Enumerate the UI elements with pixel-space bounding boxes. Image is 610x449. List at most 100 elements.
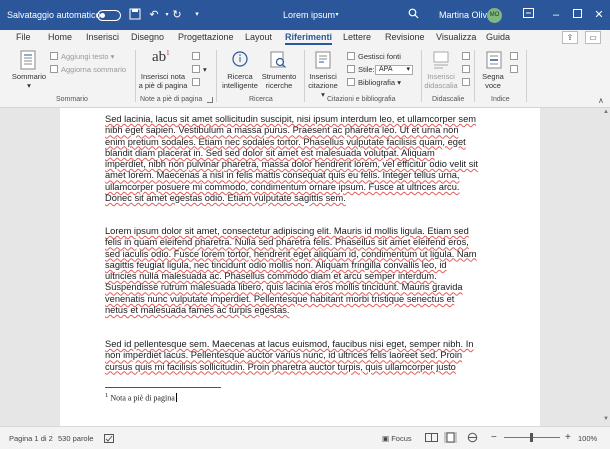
sommario-button[interactable]: Sommario	[10, 72, 48, 81]
mark-entry-icon	[484, 50, 504, 70]
chevron-down-icon: ▾	[406, 66, 410, 73]
autosave-toggle[interactable]	[97, 10, 121, 21]
focus-button[interactable]: ▣ Focus	[382, 434, 412, 443]
segna-voce-line1: Segna	[482, 72, 504, 81]
scroll-down-icon[interactable]: ▼	[602, 416, 610, 424]
zoom-in-icon[interactable]: +	[565, 432, 571, 443]
next-footnote-icon[interactable]: ▾	[192, 65, 207, 74]
redo-icon[interactable]: ↻	[170, 8, 184, 22]
collapse-ribbon-icon[interactable]: ∧	[598, 96, 604, 105]
group-label-note: Note a piè di pagina	[140, 96, 203, 103]
segna-voce-button[interactable]: Segna voce	[476, 72, 510, 90]
toggle-knob	[100, 13, 105, 18]
chevron-down-icon[interactable]: ▾	[330, 8, 344, 22]
footnote-superscript: 1	[166, 49, 170, 57]
scroll-up-icon[interactable]: ▲	[602, 109, 610, 117]
comments-button[interactable]: ▭	[585, 31, 601, 44]
strumento-ricerche-line1: Strumento	[261, 72, 297, 81]
group-separator	[474, 50, 475, 102]
web-layout-icon[interactable]	[466, 432, 479, 443]
word-count[interactable]: 530 parole	[58, 434, 93, 443]
inserisci-didascalia-line2: didascalia	[424, 81, 458, 90]
close-icon[interactable]: ✕	[592, 8, 606, 22]
inserisci-didascalia-button[interactable]: Inserisci didascalia	[423, 72, 459, 90]
zoom-level[interactable]: 100%	[578, 434, 597, 443]
inserisci-citazione-line1: Inserisci	[309, 72, 337, 81]
insert-index-icon[interactable]	[510, 52, 521, 61]
document-page[interactable]: Sed lacinia, lacus sit amet sollicitudin…	[60, 108, 540, 426]
customize-toolbar-icon[interactable]: ▾	[190, 8, 204, 22]
inserisci-nota-button[interactable]: Inserisci nota a piè di pagina	[137, 72, 189, 90]
ribbon: Sommario ▾ Aggiungi testo ▾ Aggiorna som…	[0, 46, 610, 108]
insert-endnote-icon[interactable]	[192, 52, 203, 61]
read-mode-icon[interactable]	[425, 432, 438, 443]
minimize-icon[interactable]: –	[549, 8, 563, 22]
group-separator	[304, 50, 305, 102]
print-layout-icon[interactable]	[444, 432, 457, 443]
group-separator	[421, 50, 422, 102]
tab-home[interactable]: Home	[48, 32, 72, 42]
researcher-icon	[268, 50, 288, 70]
bibliografia-button[interactable]: Bibliografia ▾	[347, 78, 401, 87]
page-info[interactable]: Pagina 1 di 2	[9, 434, 53, 443]
status-bar: Pagina 1 di 2 530 parole ▣ Focus − + 100…	[0, 426, 610, 449]
aggiorna-sommario-label: Aggiorna sommario	[61, 65, 127, 74]
undo-icon[interactable]: ↶	[147, 8, 161, 22]
tab-visualizza[interactable]: Visualizza	[436, 32, 476, 42]
search-icon[interactable]	[406, 8, 420, 22]
insert-footnote-icon: ab1	[152, 49, 172, 69]
chevron-down-icon[interactable]: ▾	[24, 81, 34, 90]
user-name[interactable]: Martina Oliva	[439, 10, 492, 20]
ricerca-intelligente-button[interactable]: Ricerca intelligente	[220, 72, 260, 90]
tab-inserisci[interactable]: Inserisci	[86, 32, 119, 42]
paragraph-1[interactable]: Sed lacinia, lacus sit amet sollicitudin…	[105, 114, 497, 204]
citation-style-select[interactable]: APA ▾	[375, 65, 413, 75]
footnote-number: 1	[105, 392, 109, 399]
focus-label: Focus	[391, 434, 412, 443]
tab-layout[interactable]: Layout	[245, 32, 272, 42]
maximize-icon[interactable]	[570, 8, 584, 22]
add-text-icon	[50, 52, 58, 60]
show-notes-icon[interactable]	[192, 78, 203, 87]
inserisci-citazione-button[interactable]: Inserisci citazione ▾	[306, 72, 340, 99]
tab-guida[interactable]: Guida	[486, 32, 510, 42]
dialog-launcher-icon[interactable]	[207, 97, 213, 103]
autosave-label: Salvataggio automatico	[7, 10, 101, 20]
vertical-scrollbar[interactable]	[602, 108, 610, 426]
aggiungi-testo-label: Aggiungi testo	[61, 52, 109, 61]
proofing-icon[interactable]	[104, 434, 114, 445]
inserisci-citazione-line2: citazione	[308, 81, 338, 90]
update-index-icon[interactable]	[510, 65, 521, 74]
tab-riferimenti[interactable]: Riferimenti	[285, 32, 333, 45]
ribbon-display-options-icon[interactable]	[521, 8, 535, 22]
group-label-citazioni: Citazioni e bibliografia	[327, 96, 396, 103]
strumento-ricerche-line2: ricerche	[265, 81, 293, 90]
avatar[interactable]: MO	[487, 8, 502, 23]
text-caret	[175, 392, 177, 402]
share-button[interactable]: ⇪	[562, 31, 578, 44]
tab-lettere[interactable]: Lettere	[343, 32, 371, 42]
strumento-ricerche-button[interactable]: Strumento ricerche	[259, 72, 299, 90]
stile-label-text: Stile:	[358, 65, 375, 74]
insert-table-of-figures-icon[interactable]	[462, 52, 473, 61]
aggiorna-sommario-button[interactable]: Aggiorna sommario	[50, 65, 126, 74]
tab-disegno[interactable]: Disegno	[131, 32, 164, 42]
paragraph-3[interactable]: Sed id pellentesque sem. Maecenas at lac…	[105, 339, 497, 373]
save-icon[interactable]	[128, 8, 142, 22]
footnote[interactable]: 1 Nota a piè di pagina	[105, 392, 177, 403]
cross-reference-icon[interactable]	[462, 78, 473, 87]
aggiungi-testo-button[interactable]: Aggiungi testo ▾	[50, 52, 114, 61]
tab-file[interactable]: File	[16, 32, 31, 42]
paragraph-2[interactable]: Lorem ipsum dolor sit amet, consectetur …	[105, 226, 497, 316]
update-table-of-figures-icon[interactable]	[462, 65, 473, 74]
zoom-slider-thumb[interactable]	[530, 433, 533, 442]
ricerca-intelligente-line1: Ricerca	[227, 72, 253, 81]
focus-icon: ▣	[382, 434, 390, 443]
tab-revisione[interactable]: Revisione	[385, 32, 425, 42]
bibliografia-label: Bibliografia	[358, 78, 396, 87]
tab-progettazione[interactable]: Progettazione	[178, 32, 234, 42]
zoom-out-icon[interactable]: −	[491, 432, 497, 443]
document-title[interactable]: Lorem ipsum	[283, 10, 335, 20]
gestisci-fonti-button[interactable]: Gestisci fonti	[347, 52, 401, 61]
gestisci-fonti-label: Gestisci fonti	[358, 52, 401, 61]
